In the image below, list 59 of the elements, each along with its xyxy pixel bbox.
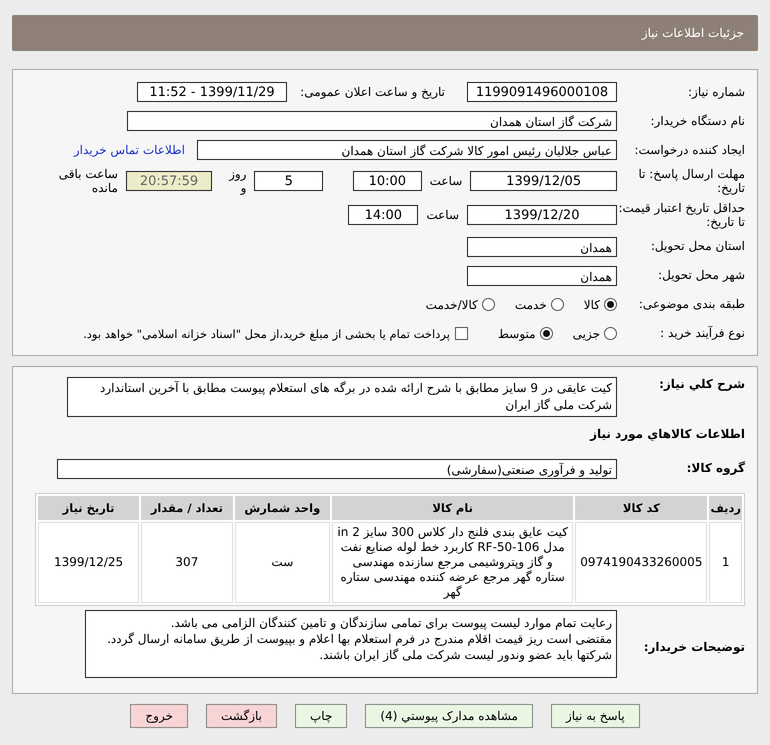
action-button[interactable]: خروج — [130, 704, 188, 728]
field-label: استان محل تحویل: — [650, 239, 745, 254]
page-title: جزئیات اطلاعات نیاز — [642, 26, 744, 40]
table-cell: 1 — [709, 522, 742, 603]
field-label: ساعت — [430, 174, 462, 188]
radio-option[interactable]: متوسط — [498, 326, 553, 341]
checkbox-icon[interactable] — [454, 327, 468, 340]
table-cell: 307 — [141, 522, 233, 603]
note-line: رعایت تمام موارد لیست پیوست برای تمامی سازندگان و تامین کنندگان الزامی می باشد. — [170, 614, 612, 631]
note-line: شرکتها باید عضو وندور لیست شرکت ملی گاز ایران باشند. — [318, 646, 612, 663]
field-label: شماره نیاز: — [687, 84, 745, 100]
radio-option[interactable]: خدمت — [514, 298, 564, 312]
field-label: نام دستگاه خریدار: — [650, 114, 745, 128]
action-button[interactable]: چاپ — [295, 704, 348, 728]
contact-link[interactable]: اطلاعات تماس خریدار — [74, 143, 185, 157]
field-label: تاریخ و ساعت اعلان عمومی: — [299, 85, 445, 99]
column-header: ردیف — [709, 496, 742, 520]
field-label: گروه کالا: — [686, 461, 745, 476]
column-header: کد کالا — [575, 496, 708, 520]
radio-icon[interactable] — [540, 327, 553, 340]
field-label: شرح کلي نیاز: — [658, 376, 745, 391]
action-button[interactable]: مشاهده مدارک پیوستي (4) — [365, 704, 533, 728]
table-cell: کیت عایق بندی فلنج دار کلاس 300 سایز 2 in مدل RF-50-106 کاربرد خط لوله صنایع نفت و گاز وپتروشیمی مرجع سازنده مهندسی ستاره گهر مرجع عرضه کننده مهندسی ستاره گهر — [332, 522, 574, 603]
column-header: تعداد / مقدار — [141, 496, 233, 520]
days-field: 5 — [254, 171, 324, 192]
field-label: شهر محل تحویل: — [657, 268, 745, 283]
radio-option[interactable]: کالا — [584, 298, 617, 312]
column-header: واحد شمارش — [234, 496, 330, 520]
radio-icon[interactable] — [604, 327, 617, 340]
radio-icon[interactable] — [604, 298, 617, 312]
time-field: 14:00 — [348, 205, 418, 226]
field-label: ساعت باقی مانده — [58, 167, 118, 196]
field-label: ایجاد کننده درخواست: — [633, 142, 745, 158]
action-button[interactable]: پاسخ به نیاز — [550, 704, 640, 728]
column-header: نام کالا — [332, 496, 574, 520]
action-button[interactable]: بازگشت — [206, 704, 277, 728]
radio-icon[interactable] — [550, 298, 564, 312]
date-field: 1399/12/20 — [467, 205, 617, 226]
section-title: اطلاعات کالاهاي مورد نیاز — [588, 426, 745, 441]
time-field: 10:00 — [353, 171, 422, 192]
radio-icon[interactable] — [482, 298, 495, 312]
date-field: 1399/12/05 — [470, 171, 617, 192]
countdown-field: 20:57:59 — [126, 171, 212, 192]
column-header: تاریخ نیاز — [38, 496, 140, 520]
field-label: نوع فرآیند خرید : — [659, 326, 745, 341]
checkbox-option[interactable]: پرداخت تمام یا بخشی از مبلغ خرید،از محل "اسناد خزانه اسلامی" خواهد بود. — [83, 326, 468, 341]
field-label: طبقه بندی موضوعی: — [638, 297, 745, 312]
table-cell: 1399/12/25 — [38, 522, 140, 603]
field-label: روز و — [228, 167, 246, 196]
field-label: حداقل تاریخ اعتبار قیمت: تا تاریخ: — [617, 200, 745, 230]
radio-option[interactable]: جزیی — [572, 326, 617, 341]
note-line: مقتضی است ریز قیمت اقلام مندرج در فرم استعلام بها اعلام و بپیوست از طریق سامانه ارسال گردد. — [106, 630, 612, 647]
description-field: کیت عایقی در 9 سایز مطابق با شرح ارائه شده در برگه های استعلام پیوست مطابق با آخرین استاندارد شرکت ملی گاز ایران — [67, 376, 617, 417]
radio-option[interactable]: کالا/خدمت — [426, 298, 495, 312]
table-cell: 0974190433260005 — [575, 522, 708, 603]
field-label: توضیحات خریدار: — [642, 640, 745, 654]
field-label: مهلت ارسال پاسخ: تا تاریخ: — [637, 167, 745, 196]
table-cell: ست — [234, 522, 330, 603]
field-label: ساعت — [426, 208, 459, 222]
